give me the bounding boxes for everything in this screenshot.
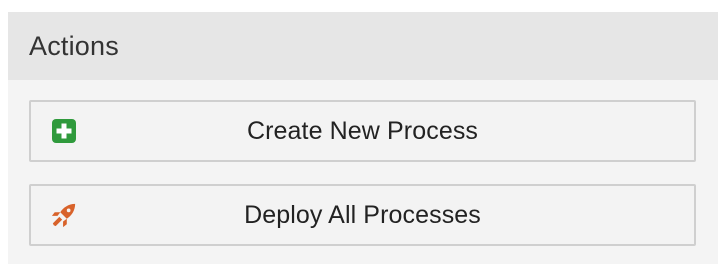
deploy-all-processes-button[interactable]: Deploy All Processes bbox=[29, 184, 696, 246]
plus-square-icon bbox=[51, 118, 77, 144]
panel-header: Actions bbox=[8, 12, 718, 80]
panel-body: Create New Process Deploy All Processes bbox=[8, 80, 718, 264]
actions-panel: Actions Create New Process Deploy All Pr… bbox=[8, 12, 718, 264]
panel-title: Actions bbox=[29, 30, 119, 61]
rocket-icon bbox=[51, 202, 77, 228]
create-new-process-label: Create New Process bbox=[246, 116, 479, 145]
deploy-all-processes-label: Deploy All Processes bbox=[244, 200, 481, 229]
create-new-process-button[interactable]: Create New Process bbox=[29, 100, 696, 162]
